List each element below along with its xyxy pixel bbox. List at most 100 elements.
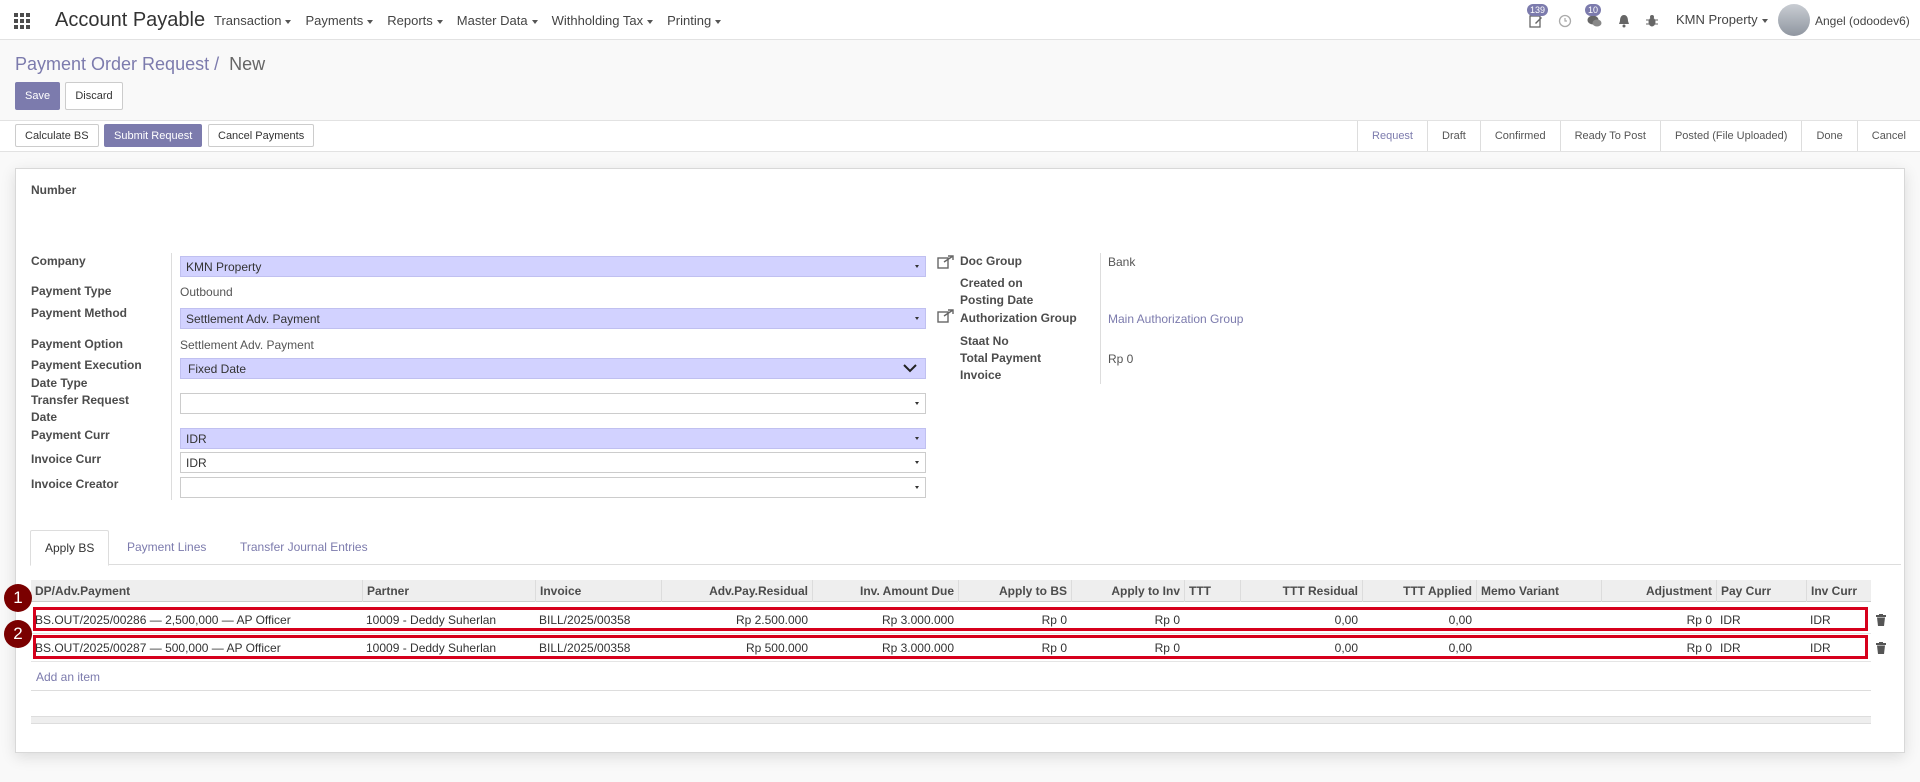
col-adjustment[interactable]: Adjustment <box>1601 580 1716 602</box>
payment-curr-label: Payment Curr <box>31 428 110 442</box>
clock-icon[interactable] <box>1558 14 1572 30</box>
trash-icon[interactable] <box>1876 642 1886 654</box>
payment-option-label: Payment Option <box>31 337 124 351</box>
posting-date-label: Posting Date <box>960 293 1034 307</box>
col-apply-to-inv[interactable]: Apply to Inv <box>1071 580 1184 602</box>
menu-withholding-tax[interactable]: Withholding Tax <box>552 13 654 28</box>
activity-edit-icon[interactable]: 139 <box>1527 4 1549 30</box>
col-ttt[interactable]: TTT <box>1184 580 1240 602</box>
payment-method-value: Settlement Adv. Payment <box>186 312 320 326</box>
stage-ready-to-post[interactable]: Ready To Post <box>1559 121 1660 151</box>
external-link-icon[interactable] <box>937 255 955 269</box>
created-on-label: Created on <box>960 276 1023 290</box>
tab-apply-bs[interactable]: Apply BS <box>30 530 110 566</box>
payment-method-field[interactable]: Settlement Adv. Payment <box>180 308 926 329</box>
dropdown-caret-icon <box>915 486 919 489</box>
exec-date-type-select[interactable]: Fixed Date <box>180 358 926 379</box>
stage-draft[interactable]: Draft <box>1427 121 1480 151</box>
col-memo-variant[interactable]: Memo Variant <box>1476 580 1601 602</box>
company-value: KMN Property <box>186 260 262 274</box>
total-payment-label: Total Payment <box>960 351 1042 365</box>
invoice-curr-value: IDR <box>186 456 207 470</box>
menu-payments[interactable]: Payments <box>305 13 374 28</box>
transfer-req-date-label-1: Transfer Request <box>31 393 130 407</box>
menu-transaction[interactable]: Transaction <box>214 13 292 28</box>
auth-group-link[interactable]: Main Authorization Group <box>1108 312 1243 326</box>
payment-type-value: Outbound <box>180 285 233 299</box>
submit-request-button[interactable]: Submit Request <box>104 124 203 147</box>
col-inv-curr[interactable]: Inv Curr <box>1806 580 1871 602</box>
tab-transfer-journal-entries[interactable]: Transfer Journal Entries <box>226 530 382 566</box>
annotation-marker-1: 1 <box>4 584 32 612</box>
caret-down-icon <box>367 19 374 24</box>
stage-cancel[interactable]: Cancel <box>1856 121 1920 151</box>
bell-icon[interactable] <box>1617 14 1631 30</box>
invoice-curr-field[interactable]: IDR <box>180 452 926 473</box>
activity-badge: 139 <box>1527 4 1549 16</box>
company-field[interactable]: KMN Property <box>180 256 926 277</box>
menu-label: Master Data <box>456 13 528 28</box>
calculate-bs-button[interactable]: Calculate BS <box>15 124 99 147</box>
col-invoice[interactable]: Invoice <box>535 580 661 602</box>
col-ttt-residual[interactable]: TTT Residual <box>1240 580 1362 602</box>
col-dp-adv-payment[interactable]: DP/Adv.Payment <box>31 580 362 602</box>
col-inv-amount-due[interactable]: Inv. Amount Due <box>812 580 958 602</box>
stage-request[interactable]: Request <box>1357 121 1427 151</box>
dropdown-caret-icon <box>915 437 919 440</box>
chat-icon[interactable]: 10 <box>1585 4 1602 30</box>
apps-grid-icon[interactable] <box>14 13 30 29</box>
message-badge: 10 <box>1585 4 1602 16</box>
payment-type-label: Payment Type <box>31 284 112 298</box>
add-item-link[interactable]: Add an item <box>36 670 100 684</box>
caret-down-icon <box>285 19 292 24</box>
staat-no-label: Staat No <box>960 334 1009 348</box>
notebook-tabs: Apply BS Payment Lines Transfer Journal … <box>30 530 1901 566</box>
discard-button[interactable]: Discard <box>65 82 123 110</box>
breadcrumb-parent[interactable]: Payment Order Request <box>15 54 209 74</box>
table-scrollbar[interactable] <box>31 716 1871 724</box>
save-button[interactable]: Save <box>15 82 60 110</box>
invoice-creator-field[interactable] <box>180 477 926 498</box>
invoice-curr-label: Invoice Curr <box>31 452 102 466</box>
col-adv-pay-residual[interactable]: Adv.Pay.Residual <box>661 580 812 602</box>
caret-down-icon <box>647 19 654 24</box>
doc-group-label: Doc Group <box>960 254 1022 268</box>
menu-label: Transaction <box>214 13 282 28</box>
annotation-marker-2: 2 <box>4 620 32 648</box>
exec-date-type-label-1: Payment Execution <box>31 358 142 372</box>
user-menu[interactable]: Angel (odoodev6) <box>1815 14 1910 28</box>
stage-done[interactable]: Done <box>1801 121 1856 151</box>
stage-posted[interactable]: Posted (File Uploaded) <box>1659 121 1802 151</box>
total-payment-value: Rp 0 <box>1108 352 1134 366</box>
company-switcher[interactable]: KMN Property <box>1676 12 1768 27</box>
dropdown-caret-icon <box>915 317 919 320</box>
exec-date-type-value: Fixed Date <box>188 362 247 376</box>
bug-icon[interactable] <box>1645 14 1659 30</box>
auth-group-label: Authorization Group <box>960 311 1077 325</box>
stage-confirmed[interactable]: Confirmed <box>1479 121 1560 151</box>
external-link-icon[interactable] <box>937 309 955 323</box>
col-ttt-applied[interactable]: TTT Applied <box>1362 580 1476 602</box>
row-highlight-box <box>33 635 1868 659</box>
menu-label: Reports <box>387 13 433 28</box>
col-partner[interactable]: Partner <box>362 580 535 602</box>
label-separator <box>171 253 172 500</box>
col-apply-to-bs[interactable]: Apply to BS <box>958 580 1071 602</box>
dropdown-caret-icon <box>915 265 919 268</box>
dropdown-caret-icon <box>915 402 919 405</box>
app-title: Account Payable <box>55 9 206 31</box>
transfer-req-date-field[interactable] <box>180 393 926 414</box>
avatar[interactable] <box>1778 4 1810 36</box>
trash-icon[interactable] <box>1876 614 1886 626</box>
payment-option-value: Settlement Adv. Payment <box>180 338 314 352</box>
dropdown-caret-icon <box>915 461 919 464</box>
payment-curr-field[interactable]: IDR <box>180 428 926 449</box>
menu-printing[interactable]: Printing <box>667 13 722 28</box>
menu-reports[interactable]: Reports <box>387 13 443 28</box>
number-label: Number <box>31 183 77 197</box>
col-pay-curr[interactable]: Pay Curr <box>1716 580 1806 602</box>
tab-payment-lines[interactable]: Payment Lines <box>113 530 220 566</box>
breadcrumb: Payment Order Request / New <box>15 54 265 75</box>
menu-master-data[interactable]: Master Data <box>457 13 538 28</box>
cancel-payments-button[interactable]: Cancel Payments <box>208 124 315 147</box>
